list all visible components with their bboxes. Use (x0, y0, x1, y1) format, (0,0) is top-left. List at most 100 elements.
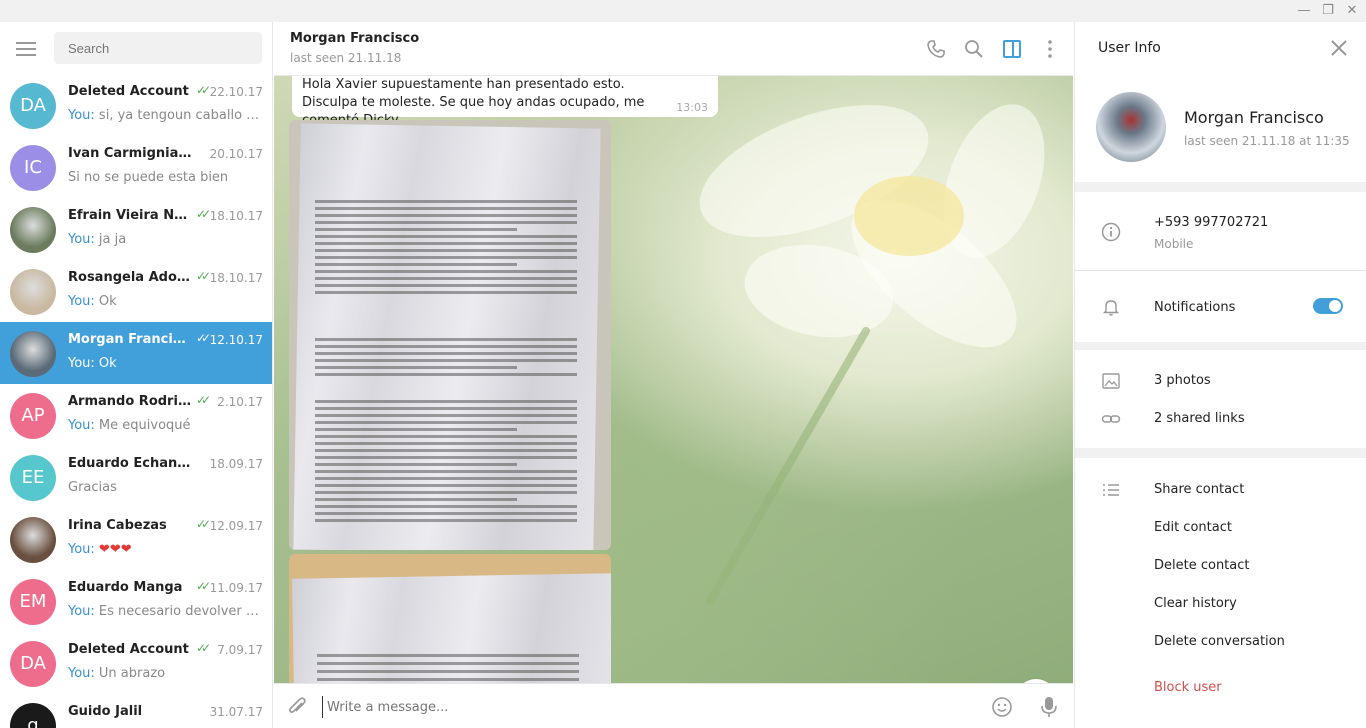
delete-contact-button[interactable]: Delete contact (1154, 558, 1250, 573)
chat-preview: You: si, ya tengoun caballo de t... (68, 108, 263, 123)
chat-preview: You: Es necesario devolver doc... (68, 604, 263, 619)
chat-name: Morgan Francisco (68, 332, 192, 347)
search-input[interactable] (54, 32, 262, 64)
avatar (10, 207, 56, 253)
info-media-section: 3 photos 2 shared links (1075, 350, 1366, 448)
notifications-label: Notifications (1154, 300, 1236, 315)
chat-list-item[interactable]: DA Deleted Account ✓✓ 7.09.17 You: Un abrazo (0, 632, 272, 694)
chat-title[interactable]: Morgan Francisco (290, 31, 419, 46)
search-icon[interactable] (963, 38, 985, 60)
close-icon[interactable] (1330, 39, 1348, 57)
chat-list-item[interactable]: AP Armando Rodrigo ... ✓✓ 2.10.17 You: Me eq… (0, 384, 272, 446)
chat-background: Hola Xavier supuestamente han presentado… (274, 76, 1073, 683)
chat-name: Deleted Account (68, 642, 189, 657)
chat-list-item[interactable]: EM Eduardo Manga ✓✓ 11.09.17 You: Es necesar… (0, 570, 272, 632)
message-time: 13:03 (676, 101, 708, 114)
avatar: EE (10, 455, 56, 501)
document-photo-1[interactable] (289, 120, 611, 550)
chat-preview: You: ❤❤❤ (68, 542, 132, 557)
close-window-icon[interactable]: ✕ (1344, 3, 1360, 19)
notifications-toggle[interactable] (1313, 298, 1343, 314)
chat-list-sidebar: DADeleted Account✓✓22.10.17You: si, ya t… (0, 22, 273, 728)
shared-links-link[interactable]: 2 shared links (1154, 411, 1245, 426)
chat-date: 12.09.17 (209, 519, 263, 533)
avatar (10, 269, 56, 315)
link-icon (1101, 415, 1121, 423)
profile-last-seen: last seen 21.11.18 at 11:35 (1184, 134, 1350, 148)
block-user-button[interactable]: Block user (1154, 680, 1222, 695)
avatar: g (10, 703, 56, 728)
chat-name: Irina Cabezas (68, 518, 167, 533)
chat-date: 2.10.17 (217, 395, 263, 409)
chat-panel: Morgan Francisco last seen 21.11.18 Hola… (274, 22, 1073, 728)
photo-icon (1102, 373, 1120, 389)
list-icon (1103, 484, 1119, 496)
info-icon (1101, 222, 1121, 242)
chat-list-item[interactable]: EE Eduardo Echanique 18.09.17 Gracias (0, 446, 272, 508)
read-check-icon: ✓✓ (196, 579, 211, 593)
avatar: AP (10, 393, 56, 439)
phone-number[interactable]: +593 997702721 (1154, 215, 1268, 230)
chat-preview: Si no se puede esta bien (68, 170, 229, 185)
info-details-section: +593 997702721 Mobile Notifications (1075, 192, 1366, 342)
profile-avatar[interactable] (1096, 92, 1166, 162)
shared-photos-link[interactable]: 3 photos (1154, 373, 1211, 388)
chat-date: 18.09.17 (209, 457, 263, 471)
message-input[interactable] (322, 696, 942, 718)
chat-preview: You: Un abrazo (68, 666, 166, 681)
phone-call-icon[interactable] (925, 38, 947, 60)
chat-preview: You: ja ja (68, 232, 127, 247)
chat-list: DA Deleted Account ✓✓ 22.10.17 You: si, ya t… (0, 74, 272, 728)
chat-list-item[interactable]: Morgan Francisco ✓✓ 12.10.17 You: Ok (0, 322, 272, 384)
avatar: DA (10, 641, 56, 687)
document-photo-2[interactable] (289, 554, 611, 683)
minimize-icon[interactable]: — (1296, 3, 1312, 19)
maximize-icon[interactable]: ❐ (1320, 3, 1336, 19)
read-check-icon: ✓✓ (196, 331, 211, 345)
chat-name: Efrain Vieira New (68, 208, 192, 223)
edit-contact-button[interactable]: Edit contact (1154, 520, 1232, 535)
emoji-icon[interactable] (991, 696, 1013, 718)
chat-date: 18.10.17 (209, 271, 263, 285)
chat-date: 12.10.17 (209, 333, 263, 347)
chat-date: 11.09.17 (209, 581, 263, 595)
attach-icon[interactable] (286, 696, 308, 718)
clear-history-button[interactable]: Clear history (1154, 596, 1237, 611)
chat-name: Deleted Account (68, 84, 189, 99)
share-contact-button[interactable]: Share contact (1154, 482, 1244, 497)
profile-name: Morgan Francisco (1184, 108, 1324, 127)
more-options-icon[interactable] (1039, 38, 1061, 60)
read-check-icon: ✓✓ (196, 393, 211, 407)
chat-name: Ivan Carmigniani (68, 146, 192, 161)
chat-name: Eduardo Manga (68, 580, 183, 595)
chat-list-item[interactable]: Rosangela Adoum ✓✓ 18.10.17 You: Ok (0, 260, 272, 322)
chat-list-item[interactable]: IC Ivan Carmigniani 20.10.17 Si no se puede… (0, 136, 272, 198)
title-bar: — ❐ ✕ (0, 0, 1366, 22)
chat-status: last seen 21.11.18 (290, 51, 402, 65)
chat-name: Eduardo Echanique (68, 456, 192, 471)
chat-name: Rosangela Adoum (68, 270, 192, 285)
chat-date: 20.10.17 (209, 147, 263, 161)
read-check-icon: ✓✓ (196, 207, 211, 221)
chat-header: Morgan Francisco last seen 21.11.18 (274, 22, 1073, 76)
delete-conversation-button[interactable]: Delete conversation (1154, 634, 1285, 649)
chat-list-item[interactable]: Irina Cabezas ✓✓ 12.09.17 You: ❤❤❤ (0, 508, 272, 570)
message-bubble[interactable]: Hola Xavier supuestamente han presentado… (292, 76, 718, 128)
chat-name: Armando Rodrigo ... (68, 394, 192, 409)
chat-list-item[interactable]: gGuido Jalil31.07.17me avisas para llama… (0, 694, 272, 728)
chat-date: 22.10.17 (209, 85, 263, 99)
phone-label: Mobile (1154, 237, 1194, 251)
user-info-panel: User Info Morgan Francisco last seen 21.… (1074, 22, 1366, 728)
info-panel-toggle-icon[interactable] (1001, 38, 1023, 60)
chat-list-item[interactable]: DA Deleted Account ✓✓ 22.10.17 You: si, ya t… (0, 74, 272, 136)
chat-list-item[interactable]: Efrain Vieira New ✓✓ 18.10.17 You: ja ja (0, 198, 272, 260)
chat-date: 18.10.17 (209, 209, 263, 223)
info-header-section: User Info Morgan Francisco last seen 21.… (1075, 22, 1366, 182)
avatar (10, 517, 56, 563)
read-check-icon: ✓✓ (196, 83, 211, 97)
chat-date: 31.07.17 (209, 705, 263, 719)
chat-preview: Gracias (68, 480, 117, 495)
message-composer (274, 683, 1073, 728)
hamburger-menu-icon[interactable] (16, 42, 36, 56)
microphone-icon[interactable] (1038, 695, 1060, 719)
